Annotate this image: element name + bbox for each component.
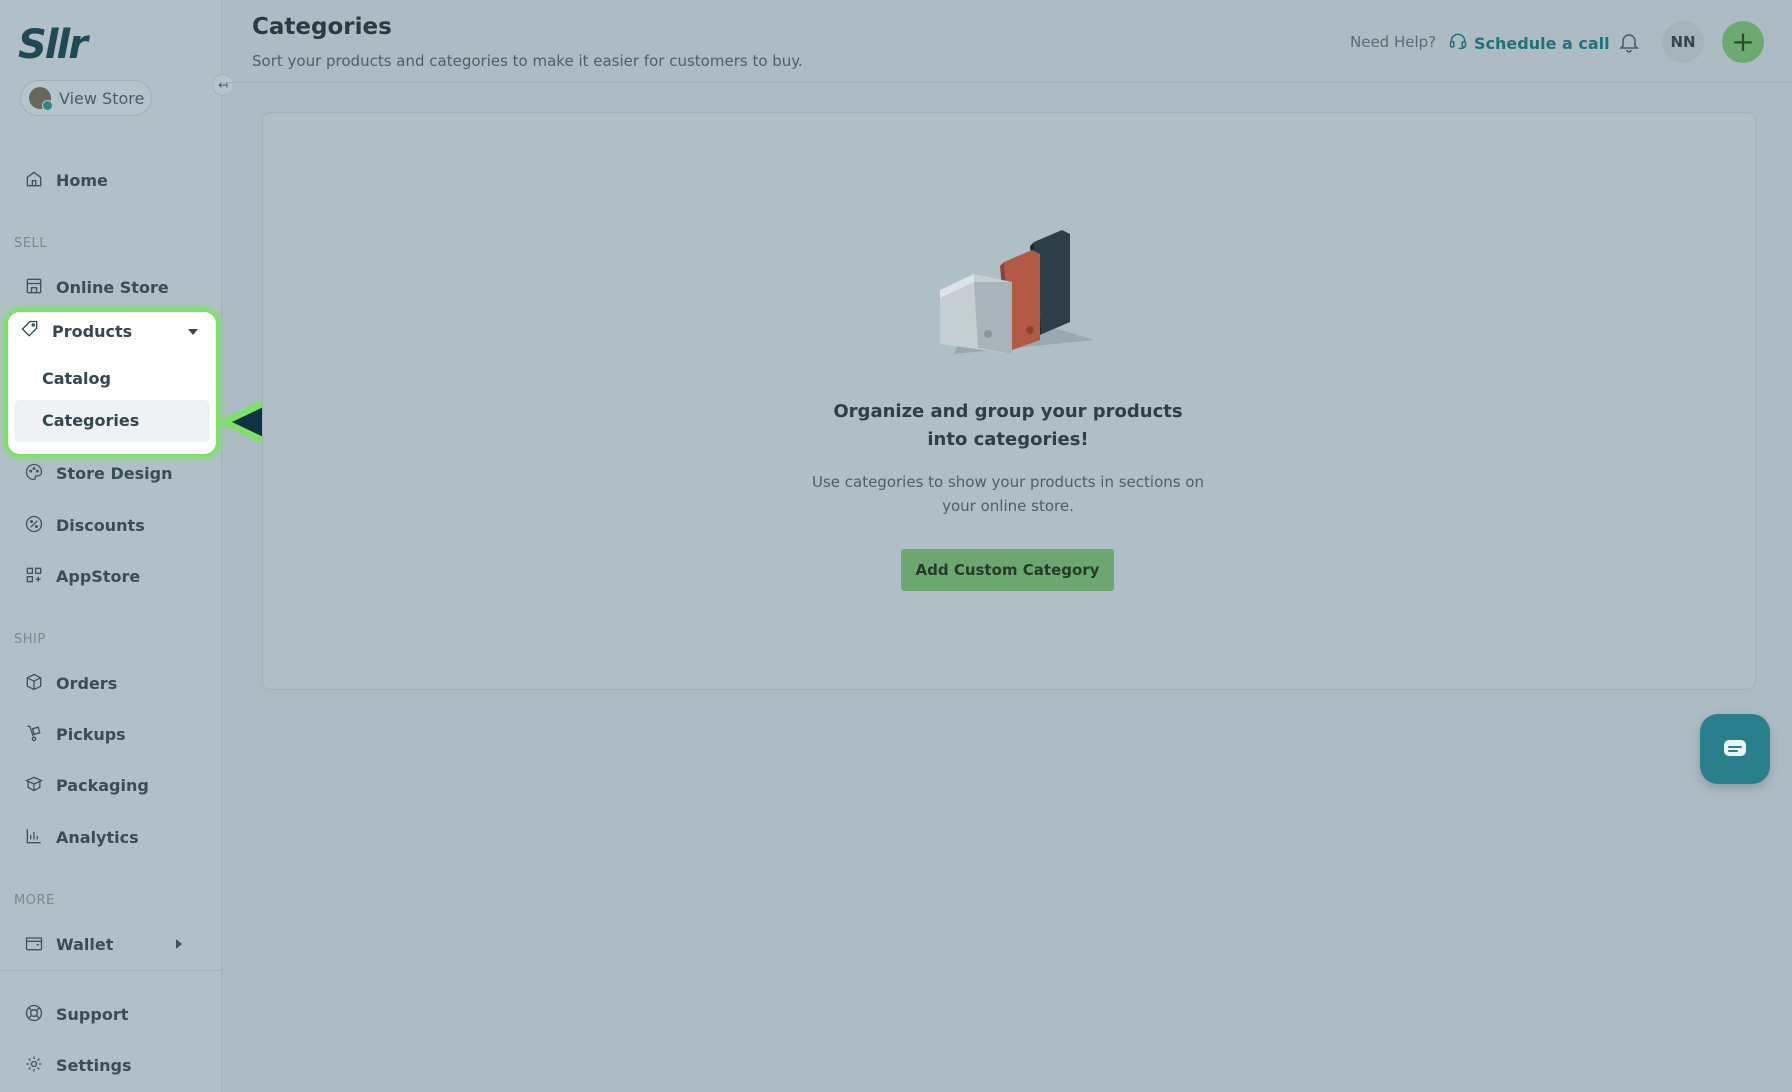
package-icon <box>24 774 46 796</box>
sidebar-item-home[interactable]: Home <box>24 165 108 195</box>
add-custom-category-button[interactable]: Add Custom Category <box>901 549 1114 591</box>
section-label-sell: SELL <box>14 236 47 251</box>
sidebar-item-support[interactable]: Support <box>24 999 128 1029</box>
empty-state-title: Organize and group your products into ca… <box>833 401 1183 450</box>
sidebar-item-online-store[interactable]: Online Store <box>24 272 169 302</box>
sidebar-item-label: Home <box>56 170 108 190</box>
user-avatar[interactable]: NN <box>1662 21 1704 63</box>
brand-logo[interactable]: Sllr <box>18 22 88 68</box>
dolly-icon <box>24 723 46 745</box>
sidebar-item-products[interactable]: Products <box>20 316 132 346</box>
bar-chart-icon <box>24 826 46 848</box>
page-subtitle: Sort your products and categories to mak… <box>252 52 803 70</box>
lifebuoy-icon <box>24 1003 46 1025</box>
gear-icon <box>24 1054 46 1076</box>
folders-illustration <box>940 230 1094 354</box>
sidebar-item-appstore[interactable]: AppStore <box>24 561 140 591</box>
notifications-button[interactable] <box>1617 30 1641 54</box>
quick-add-button[interactable]: + <box>1722 21 1764 63</box>
chevron-right-icon <box>176 939 182 949</box>
sidebar-item-label: Discounts <box>56 515 145 535</box>
headset-icon <box>1448 31 1474 55</box>
empty-state-description: Use categories to show your products in … <box>811 473 1205 515</box>
view-store-label: View Store <box>59 88 145 108</box>
schedule-call-label: Schedule a call <box>1474 33 1610 53</box>
sidebar-item-pickups[interactable]: Pickups <box>24 719 126 749</box>
sidebar-subitem-catalog[interactable]: Catalog <box>42 369 111 388</box>
tag-icon <box>20 319 52 343</box>
view-store-button[interactable]: View Store <box>20 80 152 116</box>
sidebar-item-label: Store Design <box>56 463 173 483</box>
sidebar-item-label: Settings <box>56 1055 132 1075</box>
chat-bubble-icon <box>1724 740 1746 756</box>
sidebar-item-label: Wallet <box>56 934 114 954</box>
sidebar-divider <box>0 970 222 971</box>
header-divider <box>222 82 1792 83</box>
collapse-sidebar-button[interactable]: ↤ <box>212 74 234 96</box>
sidebar-item-label: Packaging <box>56 775 149 795</box>
sidebar-item-label: Pickups <box>56 724 126 744</box>
chevron-down-icon[interactable] <box>188 329 198 335</box>
sidebar-item-label: Orders <box>56 673 118 693</box>
sidebar-item-label: Online Store <box>56 277 169 297</box>
page-title: Categories <box>252 14 392 40</box>
apps-grid-icon <box>24 565 46 587</box>
chat-support-button[interactable] <box>1700 714 1770 784</box>
sidebar-item-packaging[interactable]: Packaging <box>24 770 149 800</box>
section-label-more: MORE <box>14 893 55 908</box>
store-avatar <box>29 87 53 111</box>
sidebar-item-store-design[interactable]: Store Design <box>24 458 172 488</box>
sidebar-item-settings[interactable]: Settings <box>24 1050 132 1080</box>
sidebar-item-discounts[interactable]: Discounts <box>24 510 145 540</box>
sidebar-item-label: AppStore <box>56 566 141 586</box>
wallet-icon <box>24 933 46 955</box>
sidebar-item-analytics[interactable]: Analytics <box>24 822 139 852</box>
box-icon <box>24 672 46 694</box>
need-help-label: Need Help? <box>1350 33 1437 51</box>
sidebar-item-label: Products <box>52 321 133 341</box>
bell-icon <box>1617 34 1641 58</box>
section-label-ship: SHIP <box>14 632 46 647</box>
sidebar: Sllr View Store Home SELL Online Store S… <box>0 0 222 1092</box>
sidebar-item-wallet[interactable]: Wallet <box>24 929 204 959</box>
sidebar-item-label: Support <box>56 1004 129 1024</box>
palette-icon <box>24 462 46 484</box>
storefront-icon <box>24 276 46 298</box>
home-icon <box>24 169 46 191</box>
schedule-call-link[interactable]: Schedule a call <box>1448 31 1610 55</box>
sidebar-item-orders[interactable]: Orders <box>24 668 117 698</box>
sidebar-item-label: Analytics <box>56 827 139 847</box>
sidebar-subitem-categories[interactable]: Categories <box>42 411 139 430</box>
discount-icon <box>24 514 46 536</box>
